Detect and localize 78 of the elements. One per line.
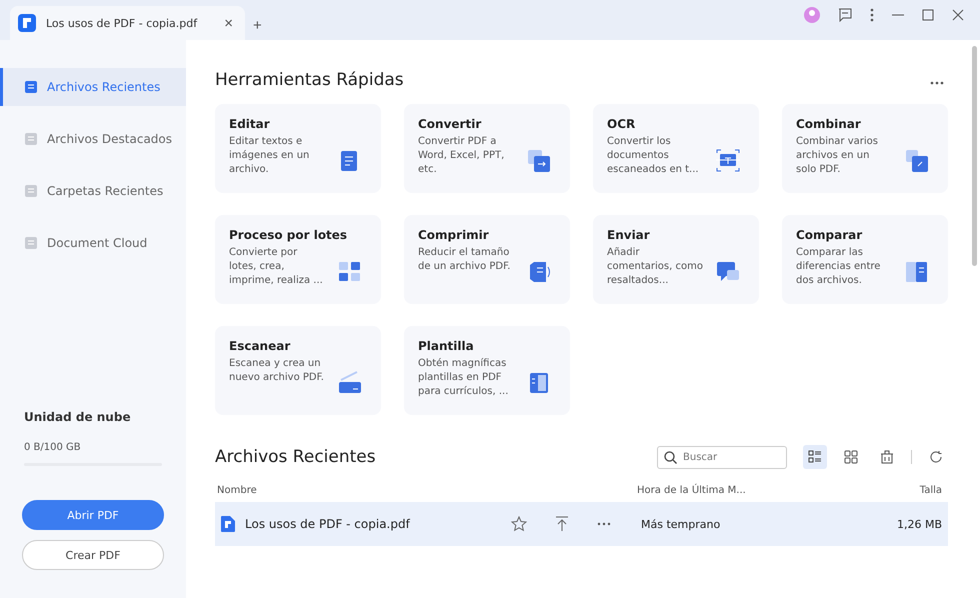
tool-description: Editar textos e imágenes en un archivo.: [229, 135, 310, 177]
create-pdf-button[interactable]: Crear PDF: [22, 540, 164, 570]
tool-card[interactable]: Plantilla Obtén magníficas plantillas en PDF para currículos, ...: [404, 326, 570, 415]
storage-usage: 0 B/100 GB: [24, 442, 82, 453]
star-icon: [511, 516, 527, 532]
sidebar-item[interactable]: Archivos Recientes: [0, 68, 186, 106]
document-tab[interactable]: Los usos de PDF - copia.pdf ×: [10, 6, 245, 40]
close-icon: [952, 9, 964, 21]
tool-card[interactable]: Comparar Comparar las diferencias entre dos archivos.: [782, 215, 948, 304]
more-icon: [870, 8, 874, 22]
upload-icon: [555, 516, 569, 532]
tool-description: Convertir PDF a Word, Excel, PPT, etc.: [418, 135, 506, 177]
tool-card[interactable]: Enviar Añadir comentarios, como resaltados...: [593, 215, 759, 304]
column-header: Talla: [920, 485, 942, 496]
maximize-icon: [922, 9, 934, 21]
tool-description: Convertir los documentos escaneados en t...: [607, 135, 700, 177]
section-title: Archivos Recientes: [215, 447, 376, 467]
pdf-file-icon: [221, 516, 235, 532]
convert-icon: [526, 148, 552, 174]
sidebar-item[interactable]: Archivos Destacados: [0, 120, 186, 158]
column-header: Hora de la Última M...: [637, 485, 747, 496]
scrollbar-thumb[interactable]: [972, 46, 976, 266]
cloud-title: Unidad de nube: [24, 410, 132, 424]
list-icon: [808, 450, 822, 464]
trash-icon: [880, 450, 894, 464]
tool-description: Añadir comentarios, como resaltados...: [607, 246, 703, 288]
tool-card[interactable]: OCR Convertir los documentos escaneados en t...: [593, 104, 759, 193]
sidebar-item[interactable]: Carpetas Recientes: [0, 172, 186, 210]
sidebar-item[interactable]: Document Cloud: [0, 224, 186, 262]
search-icon: [664, 450, 677, 464]
tab-title: Los usos de PDF - copia.pdf: [46, 16, 198, 30]
star-button[interactable]: [511, 516, 527, 532]
tool-title: Comparar: [796, 228, 864, 242]
merge-icon: [904, 148, 930, 174]
tool-description: Combinar varios archivos en un solo PDF.: [796, 135, 879, 177]
tool-title: OCR: [607, 117, 636, 131]
tool-card[interactable]: Escanear Escanea y crea un nuevo archivo PDF.: [215, 326, 381, 415]
file-name: Los usos de PDF - copia.pdf: [245, 517, 412, 531]
app-logo-icon: [18, 14, 36, 32]
tool-card[interactable]: Editar Editar textos e imágenes en un archivo.: [215, 104, 381, 193]
feedback-icon: [838, 8, 852, 22]
upload-button[interactable]: [555, 516, 569, 532]
tool-title: Plantilla: [418, 339, 475, 353]
text-scan-icon: [715, 148, 741, 174]
refresh-icon: [929, 450, 943, 464]
tool-description: Convierte por lotes, crea, imprime, realiza ...: [229, 246, 324, 288]
search-field[interactable]: Buscar: [657, 446, 787, 468]
tool-title: Enviar: [607, 228, 651, 242]
tool-card[interactable]: Combinar Combinar varios archivos en un solo PDF.: [782, 104, 948, 193]
tool-card[interactable]: Proceso por lotes Convierte por lotes, crea, imprime, realiza ...: [215, 215, 381, 304]
avatar-icon: [804, 7, 820, 23]
tool-title: Editar: [229, 117, 271, 131]
more-button[interactable]: [597, 522, 611, 526]
tool-title: Escanear: [229, 339, 292, 353]
column-header: Nombre: [217, 485, 258, 496]
file-size: 1,26 MB: [896, 518, 942, 530]
tool-card[interactable]: Convertir Convertir PDF a Word, Excel, PPT, etc.: [404, 104, 570, 193]
tool-title: Convertir: [418, 117, 482, 131]
new-tab-button[interactable]: +: [249, 17, 266, 34]
more-icon: [930, 81, 944, 85]
tool-description: Comparar las diferencias entre dos archivos.: [796, 246, 882, 288]
compare-icon: [904, 259, 930, 285]
scanner-icon: [337, 370, 363, 396]
grid-icon: [844, 450, 858, 464]
modified-time: Más temprano: [641, 518, 722, 530]
tool-card[interactable]: Comprimir Reducir el tamaño de un archivo PDF.: [404, 215, 570, 304]
section-title: Herramientas Rápidas: [215, 70, 404, 90]
tool-title: Comprimir: [418, 228, 490, 242]
file-row[interactable]: Los usos de PDF - copia.pdf Más temprano 1,26 MB: [215, 502, 948, 546]
tool-description: Escanea y crea un nuevo archivo PDF.: [229, 357, 325, 385]
tool-description: Obtén magníficas plantillas en PDF para currículos, ...: [418, 357, 510, 399]
close-tab-button[interactable]: ×: [220, 14, 237, 32]
tool-description: Reducir el tamaño de un archivo PDF.: [418, 246, 512, 274]
open-pdf-button[interactable]: Abrir PDF: [22, 500, 164, 530]
list-view-button[interactable]: [803, 445, 827, 469]
more-icon: [597, 522, 611, 526]
tool-title: Proceso por lotes: [229, 228, 348, 242]
tool-title: Combinar: [796, 117, 862, 131]
